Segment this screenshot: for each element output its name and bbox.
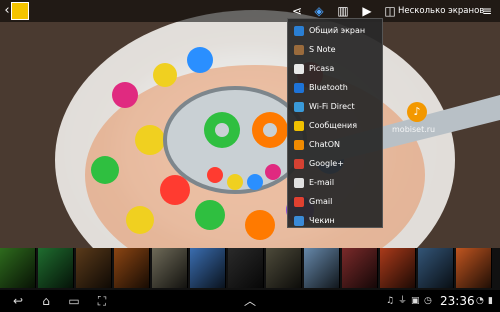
wifi-direct-icon bbox=[294, 102, 304, 112]
picasa-icon bbox=[294, 64, 304, 74]
share-menu-item-label: ChatON bbox=[309, 140, 340, 149]
filmstrip-thumbnail[interactable] bbox=[228, 248, 264, 288]
filmstrip-thumbnail[interactable] bbox=[114, 248, 150, 288]
filmstrip-thumbnail[interactable] bbox=[342, 248, 378, 288]
gallery-app-icon[interactable] bbox=[11, 2, 29, 20]
share-menu-item[interactable]: Сообщения bbox=[288, 116, 384, 135]
share-menu-item[interactable]: Gmail bbox=[288, 192, 384, 211]
snote-icon bbox=[294, 45, 304, 55]
filmstrip-thumbnail[interactable] bbox=[266, 248, 302, 288]
slideshow-icon[interactable]: ▶ bbox=[358, 3, 376, 19]
multi-screen-button[interactable]: Несколько экранов bbox=[398, 3, 484, 19]
filmstrip-thumbnail[interactable] bbox=[38, 248, 74, 288]
share-menu-item-label: Gmail bbox=[309, 197, 333, 206]
filmstrip-thumbnail[interactable] bbox=[76, 248, 112, 288]
alarm-icon: ◷ bbox=[424, 296, 432, 306]
nav-screenshot-icon[interactable]: ⛶ bbox=[92, 293, 112, 309]
share-menu-item-label: Общий экран bbox=[309, 26, 366, 35]
share-menu-item-label: E-mail bbox=[309, 178, 335, 187]
multi-screen-icon[interactable]: ◫ bbox=[382, 3, 398, 19]
action-bar: ‹ ⋖ ◈ ▥ ▶ ◫ Несколько экранов ≡ bbox=[0, 0, 500, 22]
share-menu-item-label: Wi-Fi Direct bbox=[309, 102, 355, 111]
music-icon: ♫ bbox=[386, 296, 395, 306]
filmstrip-thumbnail[interactable] bbox=[418, 248, 454, 288]
watermark-logo: ♪ bbox=[407, 102, 427, 122]
checkin-icon bbox=[294, 216, 304, 226]
filmstrip[interactable] bbox=[0, 248, 500, 290]
nav-back-icon[interactable]: ↩ bbox=[8, 293, 28, 309]
share-menu-item[interactable]: Picasa bbox=[288, 59, 384, 78]
battery-icon: ▮ bbox=[488, 296, 493, 306]
share-menu-item-label: S Note bbox=[309, 45, 336, 54]
share-menu-item-label: Picasa bbox=[309, 64, 335, 73]
filmstrip-thumbnail[interactable] bbox=[152, 248, 188, 288]
share-menu-item-label: Чекин bbox=[309, 216, 335, 225]
email-icon bbox=[294, 178, 304, 188]
screenshot-icon: ▣ bbox=[411, 296, 420, 306]
share-menu-item[interactable]: E-mail bbox=[288, 173, 384, 192]
share-screen-icon bbox=[294, 26, 304, 36]
share-menu-item-label: Bluetooth bbox=[309, 83, 348, 92]
filmstrip-thumbnail[interactable] bbox=[0, 248, 36, 288]
watermark-text: mobiset.ru bbox=[392, 125, 436, 134]
share-menu-item[interactable]: ChatON bbox=[288, 135, 384, 154]
trash-icon[interactable]: ▥ bbox=[334, 3, 352, 19]
filmstrip-thumbnail[interactable] bbox=[190, 248, 226, 288]
nav-up-icon[interactable]: ︿ bbox=[240, 293, 260, 309]
gmail-icon bbox=[294, 197, 304, 207]
share-menu-item[interactable]: Bluetooth bbox=[288, 78, 384, 97]
chaton-icon bbox=[294, 140, 304, 150]
share-menu-item[interactable]: Google+ bbox=[288, 154, 384, 173]
share-menu-item-label: Сообщения bbox=[309, 121, 358, 130]
dropbox-icon[interactable]: ◈ bbox=[310, 3, 328, 19]
googleplus-icon bbox=[294, 159, 304, 169]
status-clock: 23:36 bbox=[440, 294, 475, 308]
share-menu: Общий экран S Note Picasa Bluetooth Wi-Fi Di… bbox=[287, 18, 383, 228]
system-bar: ↩ ⌂ ▭ ⛶ ︿ ♫ ⏚ ▣ ◷ 23:36 ◔ ▮ bbox=[0, 290, 500, 312]
share-menu-item[interactable]: Общий экран bbox=[288, 21, 384, 40]
menu-icon[interactable]: ≡ bbox=[479, 3, 495, 19]
messages-icon bbox=[294, 121, 304, 131]
share-menu-item[interactable]: Чекин bbox=[288, 211, 384, 230]
share-icon[interactable]: ⋖ bbox=[288, 3, 306, 19]
nav-home-icon[interactable]: ⌂ bbox=[36, 293, 56, 309]
usb-icon: ⏚ bbox=[398, 296, 408, 306]
filmstrip-thumbnail[interactable] bbox=[380, 248, 416, 288]
wifi-icon: ◔ bbox=[476, 296, 484, 306]
bluetooth-icon bbox=[294, 83, 304, 93]
nav-recent-icon[interactable]: ▭ bbox=[64, 293, 84, 309]
filmstrip-thumbnail[interactable] bbox=[456, 248, 492, 288]
share-menu-item-label: Google+ bbox=[309, 159, 344, 168]
share-menu-item[interactable]: Wi-Fi Direct bbox=[288, 97, 384, 116]
share-menu-item[interactable]: S Note bbox=[288, 40, 384, 59]
filmstrip-thumbnail[interactable] bbox=[304, 248, 340, 288]
